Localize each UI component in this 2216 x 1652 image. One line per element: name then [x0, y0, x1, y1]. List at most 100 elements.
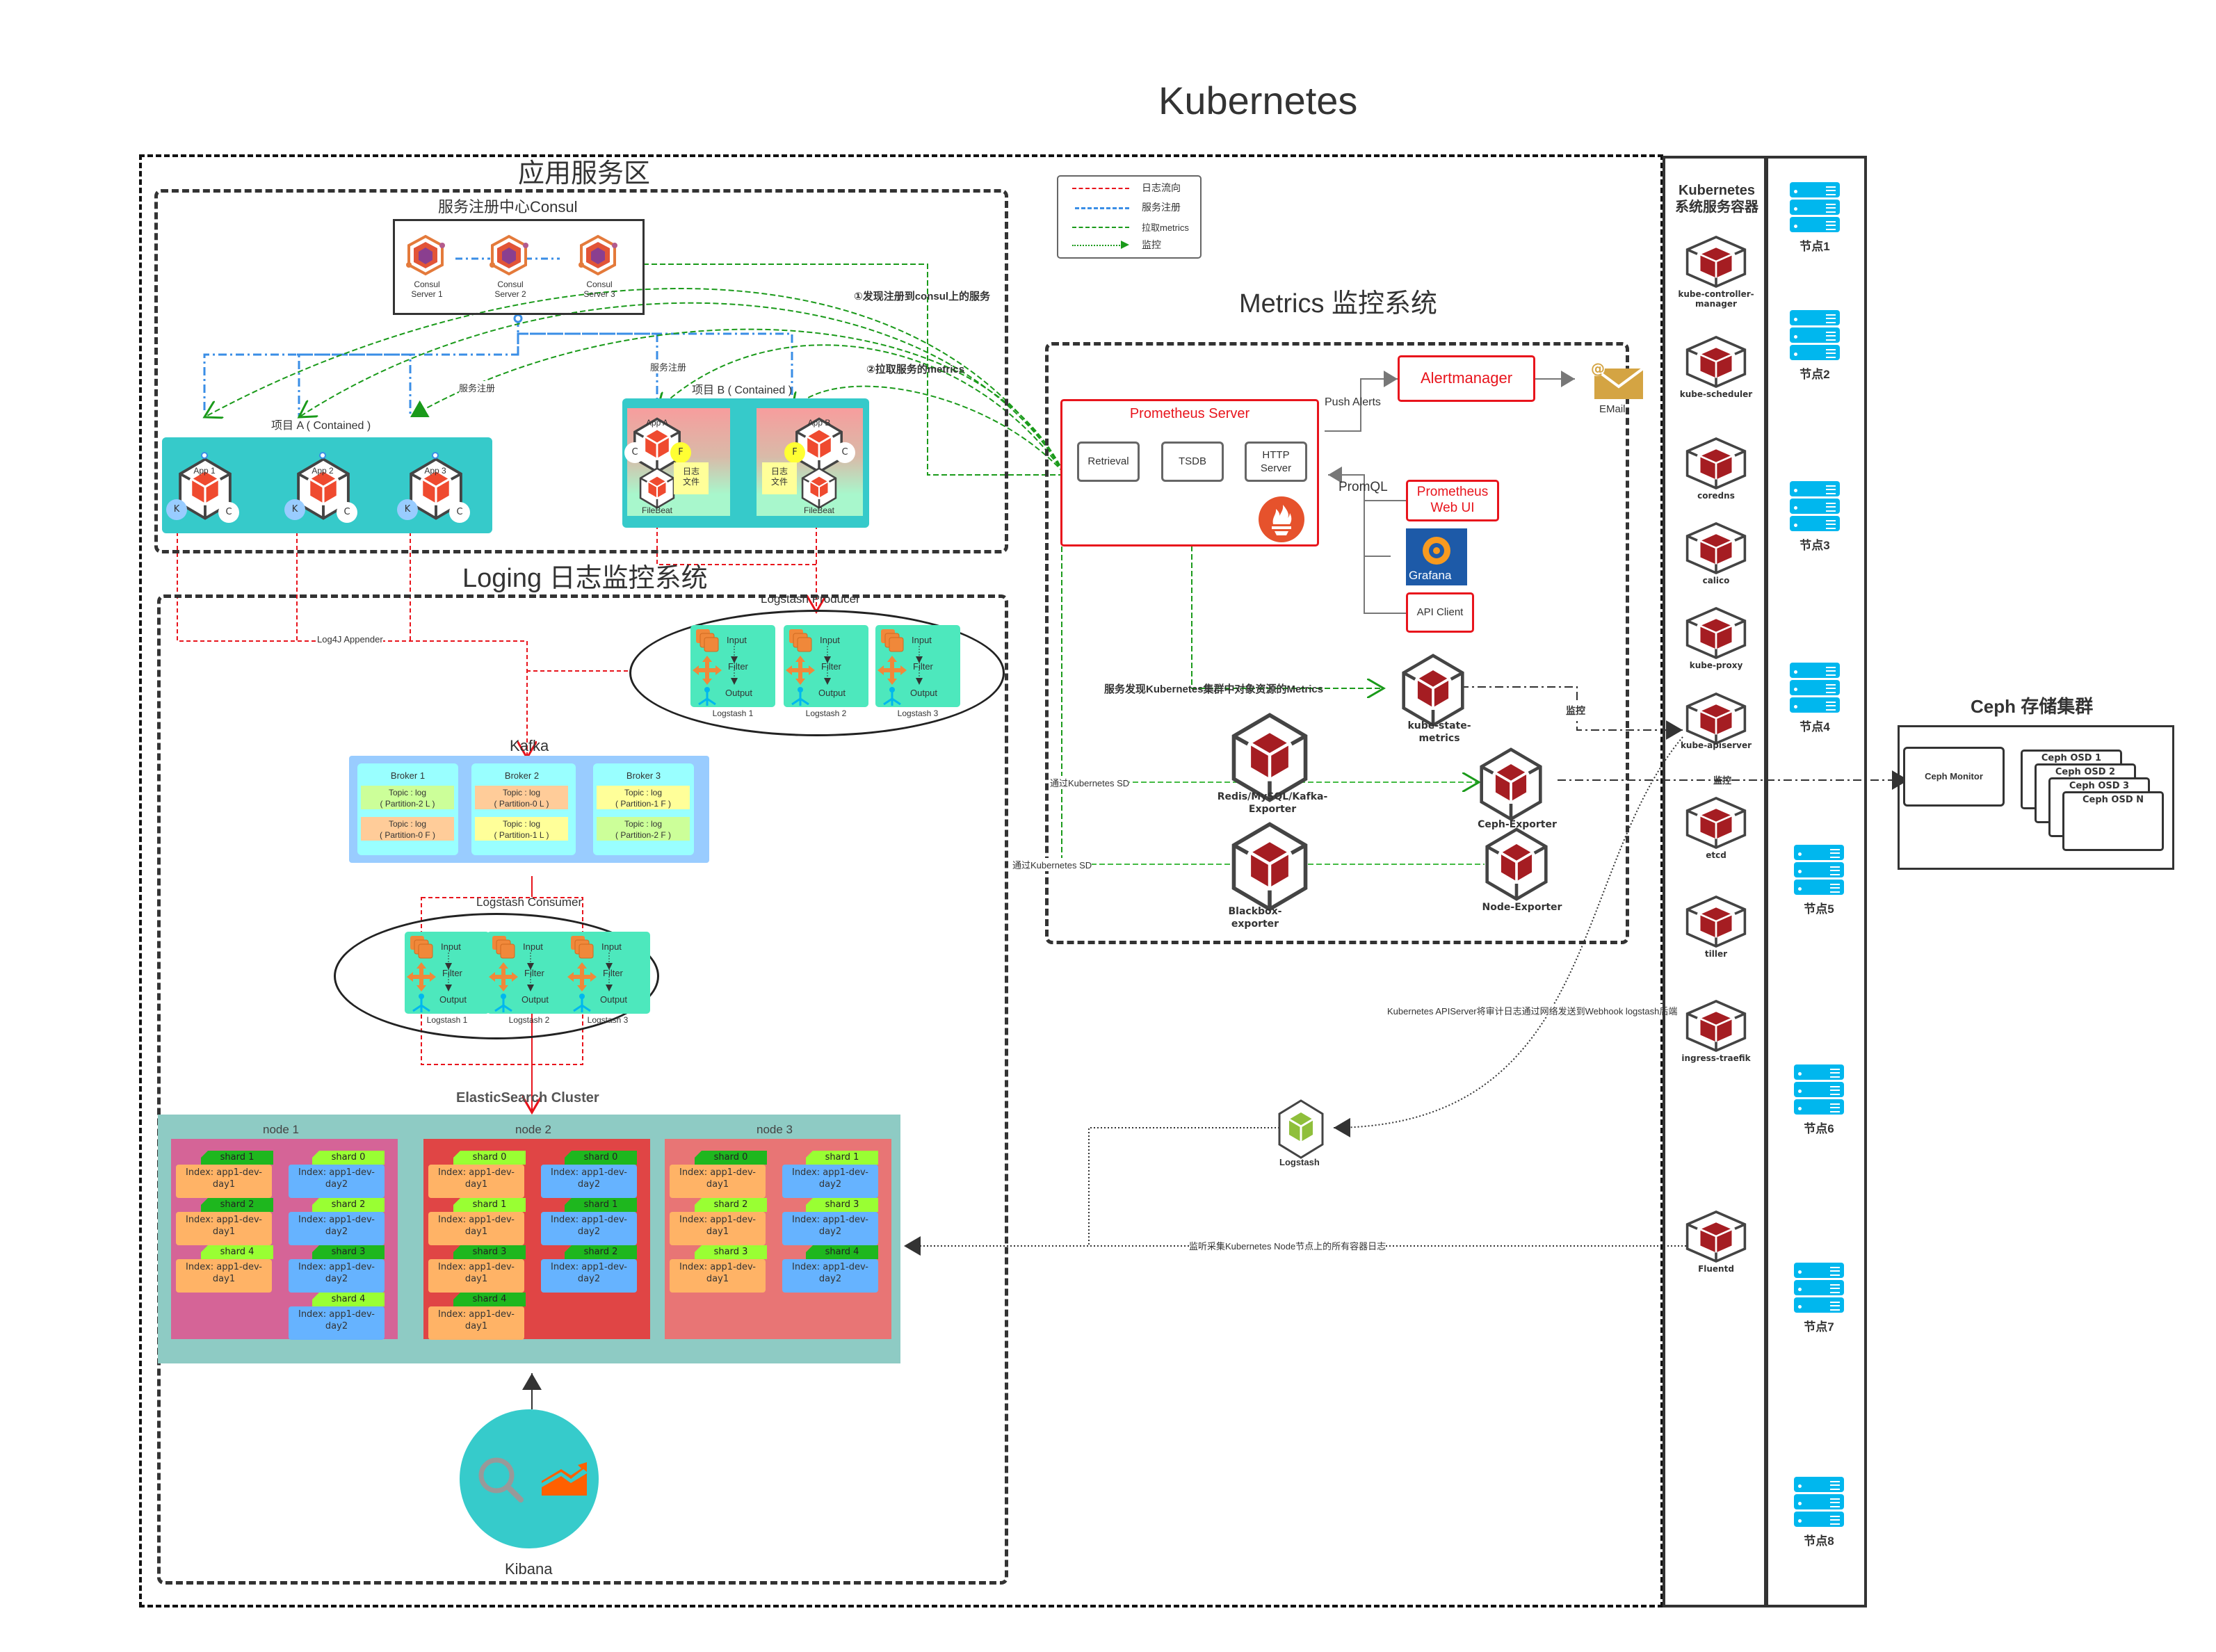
- ceph-monitor[interactable]: Ceph Monitor: [1903, 747, 2005, 807]
- app-label: App 3: [424, 466, 446, 476]
- kafka-topic-partition: Topic : log ( Partition-0 F ): [361, 817, 454, 841]
- kibana-label: Kibana: [505, 1560, 553, 1578]
- shard-tag: shard 2: [312, 1198, 385, 1212]
- input-label: Input: [523, 941, 543, 952]
- register-label: 服务注册: [650, 360, 687, 373]
- node-label: 节点6: [1804, 1122, 1834, 1135]
- shard-tag: shard 3: [695, 1245, 767, 1259]
- logstash-webhook-label: Logstash: [1279, 1157, 1320, 1167]
- retrieval-box[interactable]: Retrieval: [1077, 442, 1140, 482]
- system-component-label: kube-scheduler: [1679, 389, 1753, 399]
- ceph-osd[interactable]: Ceph OSD N: [2062, 791, 2164, 851]
- system-component-icon[interactable]: [1685, 335, 1747, 391]
- index-block: Index: app1-dev- day1: [670, 1259, 766, 1293]
- log-file-note: 日志 文件: [762, 462, 797, 494]
- register-port: [319, 452, 326, 459]
- legend-monitor-line: [1072, 245, 1122, 246]
- server-node-icon[interactable]: [1794, 1064, 1844, 1117]
- kibana-circle[interactable]: [460, 1409, 599, 1548]
- system-title: Kubernetes 系统服务容器: [1672, 182, 1761, 216]
- blackbox-exporter-icon[interactable]: [1231, 822, 1309, 914]
- system-component-icon[interactable]: [1685, 692, 1747, 748]
- project-b-title: 项目 B ( Contained ): [692, 384, 793, 396]
- system-component-label: kube-apiserver: [1680, 740, 1752, 750]
- system-component-label: etcd: [1706, 850, 1726, 860]
- server-node-icon[interactable]: [1794, 845, 1844, 897]
- server-node-icon[interactable]: [1790, 310, 1840, 362]
- tsdb-box[interactable]: TSDB: [1161, 442, 1224, 482]
- shard-tag: shard 4: [312, 1293, 385, 1306]
- sd-objects-label: 服务发现Kubernetes集群中对象资源的Metrics: [1104, 683, 1324, 695]
- logstash-pipeline[interactable]: Input Filter Output: [784, 625, 868, 707]
- system-component-icon[interactable]: [1685, 521, 1747, 578]
- system-component-label: kube-controller- manager: [1678, 289, 1754, 309]
- input-label: Input: [912, 635, 932, 645]
- es-title: ElasticSearch Cluster: [456, 1090, 599, 1106]
- index-block: Index: app1-dev- day2: [782, 1259, 878, 1293]
- output-label: Output: [439, 994, 467, 1005]
- system-component-icon[interactable]: [1685, 895, 1747, 951]
- prometheus-title: Prometheus Server: [1129, 406, 1250, 421]
- email-label: EMail: [1599, 403, 1626, 415]
- system-component-icon[interactable]: [1685, 796, 1747, 852]
- server-node-icon[interactable]: [1794, 1263, 1844, 1315]
- server-node-icon[interactable]: [1794, 1477, 1844, 1529]
- c-badge: C: [218, 502, 239, 523]
- es-node-name: node 3: [757, 1123, 793, 1136]
- grafana-logo[interactable]: Grafana: [1406, 528, 1467, 585]
- index-block: Index: app1-dev- day2: [289, 1212, 385, 1245]
- node-label: 节点4: [1800, 720, 1830, 734]
- index-block: Index: app1-dev- day2: [782, 1212, 878, 1245]
- logstash-pipeline[interactable]: Input Filter Output: [405, 932, 490, 1014]
- shard-tag: shard 4: [453, 1293, 526, 1306]
- system-component-icon[interactable]: [1685, 606, 1747, 663]
- index-block: Index: app1-dev- day2: [541, 1259, 637, 1293]
- system-component-icon[interactable]: [1685, 437, 1747, 493]
- index-block: Index: app1-dev- day1: [428, 1259, 524, 1293]
- logstash-pipeline[interactable]: Input Filter Output: [487, 932, 572, 1014]
- annotation-discover: ①发现注册到consul上的服务: [854, 291, 991, 302]
- logstash-pipeline[interactable]: Input Filter Output: [565, 932, 650, 1014]
- shard-tag: shard 1: [201, 1151, 273, 1165]
- system-component-icon[interactable]: [1685, 1210, 1747, 1266]
- index-block: Index: app1-dev- day1: [428, 1165, 524, 1198]
- blackbox-exporter-label: Blackbox-exporter: [1228, 906, 1282, 930]
- system-component-label: tiller: [1704, 949, 1728, 959]
- consul-server-label: Consul Server 3: [583, 280, 615, 300]
- api-client-box[interactable]: API Client: [1406, 592, 1474, 633]
- es-node-name: node 2: [515, 1123, 551, 1136]
- legend-label: 拉取metrics: [1142, 222, 1189, 233]
- app-zone-title: 应用服务区: [518, 159, 651, 188]
- prometheus-web-ui[interactable]: Prometheus Web UI: [1406, 480, 1499, 521]
- logstash-label: Logstash 1: [426, 1015, 468, 1025]
- app-label: App 2: [312, 466, 334, 476]
- http-server-box[interactable]: HTTP Server: [1245, 442, 1307, 482]
- shard-tag: shard 4: [201, 1245, 273, 1259]
- push-alerts-label: Push Alerts: [1325, 396, 1381, 408]
- metrics-title: Metrics 监控系统: [1239, 289, 1438, 318]
- server-node-icon[interactable]: [1790, 663, 1840, 715]
- node-label: 节点8: [1804, 1534, 1834, 1548]
- node-label: 节点3: [1800, 539, 1830, 552]
- node-exporter-icon[interactable]: [1485, 827, 1548, 904]
- consul-icon: [488, 234, 530, 277]
- shard-tag: shard 0: [453, 1151, 526, 1165]
- logstash-label: Logstash 3: [587, 1015, 629, 1025]
- ceph-exporter-icon[interactable]: [1479, 747, 1543, 824]
- kube-state-metrics-icon[interactable]: [1401, 654, 1465, 730]
- system-component-icon[interactable]: [1685, 999, 1747, 1055]
- logstash-pipeline[interactable]: Input Filter Output: [875, 625, 960, 707]
- shard-tag: shard 3: [312, 1245, 385, 1259]
- app-label: App A: [645, 418, 669, 428]
- logstash-pipeline[interactable]: Input Filter Output: [690, 625, 775, 707]
- system-component-icon[interactable]: [1685, 235, 1747, 291]
- kafka-topic-partition: Topic : log ( Partition-1 L ): [475, 817, 568, 841]
- node-label: 节点1: [1800, 240, 1830, 253]
- alertmanager-box[interactable]: Alertmanager: [1398, 355, 1535, 402]
- node-exporter-label: Node-Exporter: [1482, 902, 1562, 913]
- server-node-icon[interactable]: [1790, 481, 1840, 533]
- server-node-icon[interactable]: [1790, 182, 1840, 234]
- logging-title: Loging 日志监控系统: [462, 564, 708, 593]
- kibana-search-icon: [478, 1457, 587, 1503]
- logstash-label: Logstash 2: [508, 1015, 550, 1025]
